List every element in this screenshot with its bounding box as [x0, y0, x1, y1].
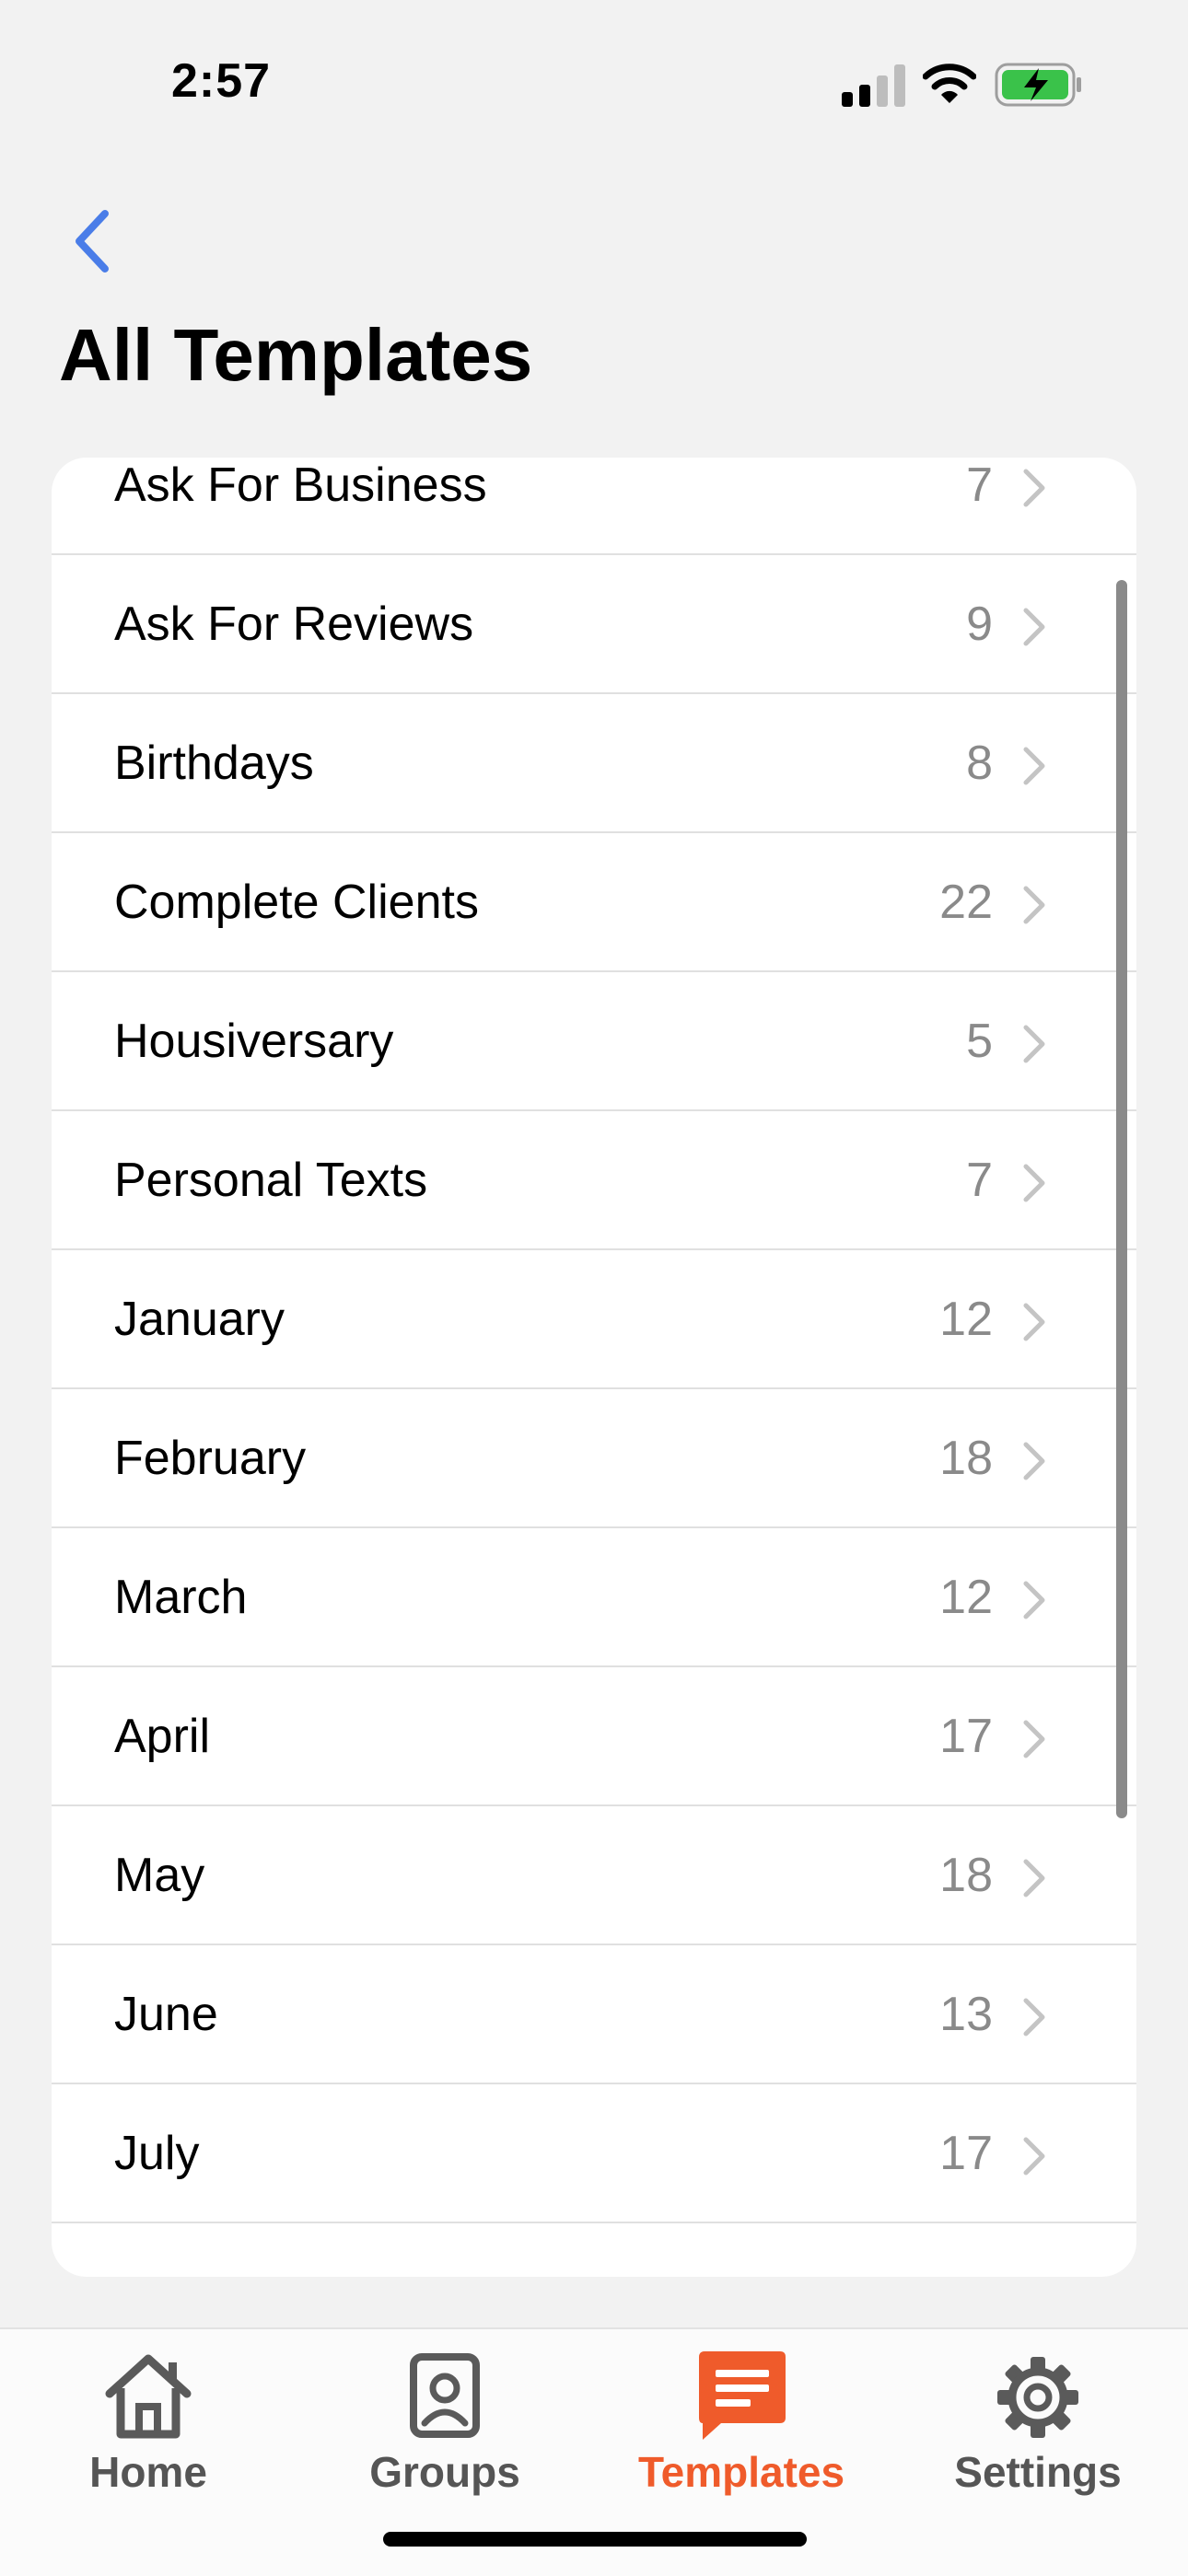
gear-icon	[997, 2357, 1078, 2438]
chevron-right-icon	[1023, 1442, 1045, 1480]
template-row-housiversary[interactable]: Housiversary 5	[52, 972, 1136, 1111]
template-count: 18	[939, 1432, 993, 1485]
chevron-right-icon	[1023, 1164, 1045, 1202]
template-count: 5	[966, 1015, 993, 1068]
status-time: 2:57	[171, 54, 272, 108]
tab-label: Settings	[954, 2448, 1122, 2496]
template-label: Ask For Business	[114, 458, 487, 512]
home-icon	[105, 2354, 192, 2439]
template-count: 22	[939, 876, 993, 929]
chevron-right-icon	[1023, 1998, 1045, 2036]
template-row-complete-clients[interactable]: Complete Clients 22	[52, 833, 1136, 972]
status-bar: 2:57	[0, 0, 1188, 138]
template-row-may[interactable]: May 18	[52, 1806, 1136, 1945]
chevron-right-icon	[1023, 886, 1045, 924]
chevron-left-icon	[76, 210, 109, 273]
template-count: 7	[966, 1154, 993, 1207]
chevron-right-icon	[1023, 608, 1045, 646]
template-label: Housiversary	[114, 1015, 394, 1068]
chevron-right-icon	[1023, 1720, 1045, 1758]
template-count: 13	[939, 1988, 993, 2041]
template-count: 12	[939, 1571, 993, 1624]
template-label: Complete Clients	[114, 876, 479, 929]
template-row-february[interactable]: February 18	[52, 1389, 1136, 1528]
template-count: 7	[966, 458, 993, 512]
template-row-ask-for-reviews[interactable]: Ask For Reviews 9	[52, 555, 1136, 694]
cellular-signal-icon	[842, 64, 905, 107]
page-title: All Templates	[59, 314, 533, 396]
template-count: 8	[966, 737, 993, 790]
template-label: Birthdays	[114, 737, 314, 790]
template-row-march[interactable]: March 12	[52, 1528, 1136, 1667]
scrollbar[interactable]	[1116, 580, 1127, 1818]
template-row-june[interactable]: June 13	[52, 1945, 1136, 2084]
template-row-ask-for-business[interactable]: Ask For Business 7	[52, 458, 1136, 555]
template-row-july[interactable]: July 17	[52, 2084, 1136, 2223]
template-label: March	[114, 1571, 248, 1624]
template-label: June	[114, 1988, 218, 2041]
tab-label: Home	[89, 2448, 207, 2496]
chevron-right-icon	[1023, 1859, 1045, 1897]
template-row-personal-texts[interactable]: Personal Texts 7	[52, 1111, 1136, 1250]
wifi-icon	[923, 64, 976, 103]
template-label: Personal Texts	[114, 1154, 428, 1207]
template-count: 9	[966, 598, 993, 651]
template-label: May	[114, 1849, 205, 1902]
template-count: 12	[939, 1293, 993, 1346]
template-row-april[interactable]: April 17	[52, 1667, 1136, 1806]
battery-charging-icon	[995, 63, 1081, 107]
template-count: 18	[939, 1849, 993, 1902]
tab-label: Groups	[369, 2448, 520, 2496]
template-row-birthdays[interactable]: Birthdays 8	[52, 694, 1136, 833]
home-indicator	[383, 2532, 807, 2547]
template-label: February	[114, 1432, 307, 1485]
tab-home[interactable]: Home	[0, 2329, 297, 2513]
chevron-right-icon	[1023, 2137, 1045, 2176]
template-count: 17	[939, 2127, 993, 2180]
contact-card-icon	[410, 2353, 480, 2438]
template-count: 17	[939, 1710, 993, 1763]
template-row-january[interactable]: January 12	[52, 1250, 1136, 1389]
tab-templates[interactable]: Templates	[593, 2329, 890, 2513]
templates-list: Ask For Business 7 Ask For Reviews 9 Bir…	[52, 458, 1136, 2277]
template-label: July	[114, 2127, 200, 2180]
template-label: Ask For Reviews	[114, 598, 474, 651]
tab-label: Templates	[637, 2448, 845, 2496]
back-button[interactable]	[68, 206, 120, 276]
chevron-right-icon	[1023, 1581, 1045, 1619]
message-template-icon	[699, 2351, 786, 2440]
chevron-right-icon	[1023, 747, 1045, 785]
chevron-right-icon	[1023, 469, 1045, 507]
tab-groups[interactable]: Groups	[297, 2329, 593, 2513]
chevron-right-icon	[1023, 1303, 1045, 1341]
template-label: January	[114, 1293, 285, 1346]
chevron-right-icon	[1023, 1025, 1045, 1063]
tab-settings[interactable]: Settings	[890, 2329, 1186, 2513]
template-label: April	[114, 1710, 211, 1763]
